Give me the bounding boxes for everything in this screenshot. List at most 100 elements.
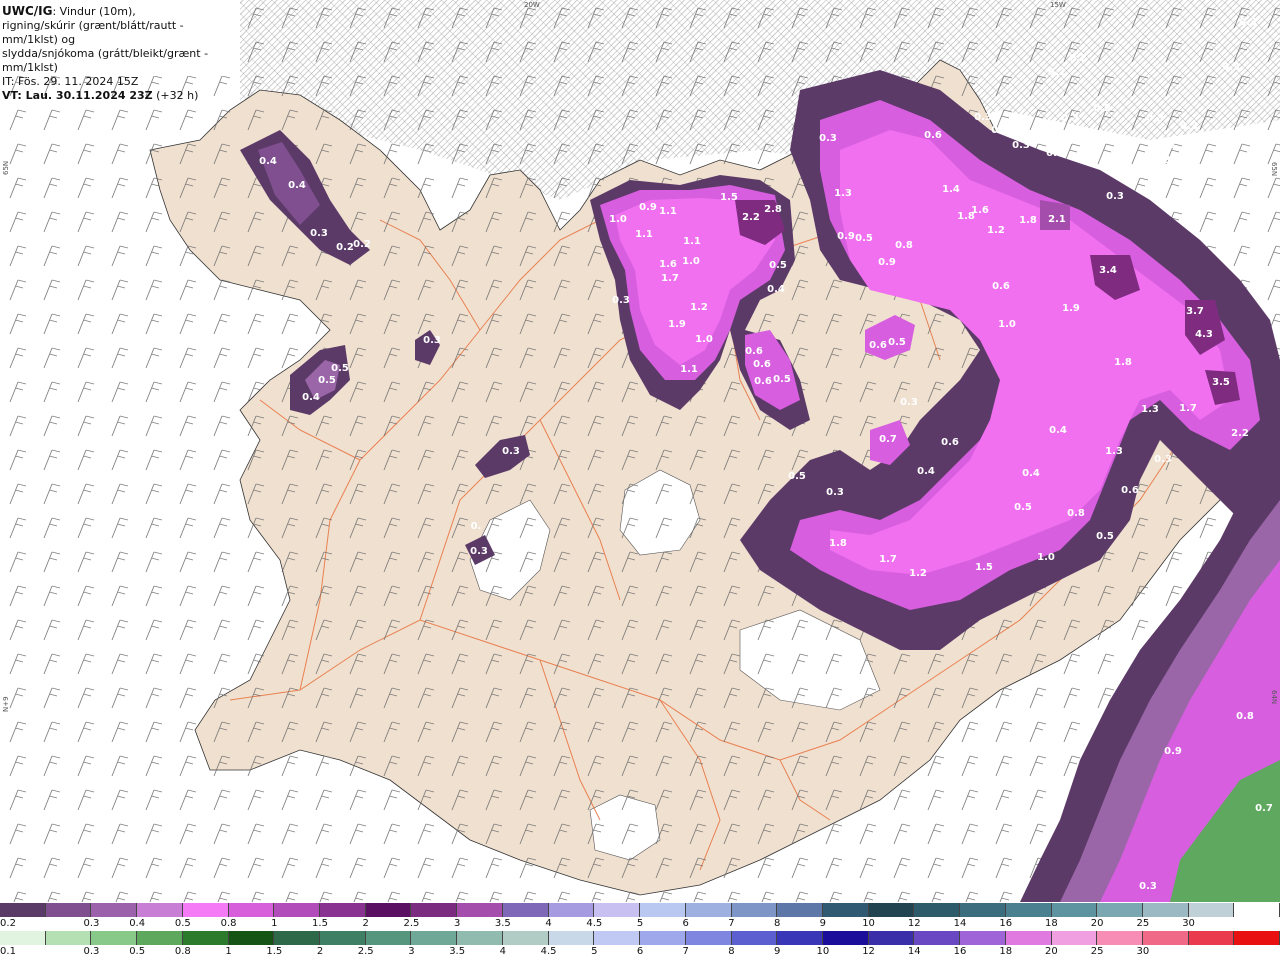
legend-tick-label: 16 <box>953 946 967 957</box>
precip-value-label: 3.7 <box>1186 306 1204 317</box>
precip-value-label: 0.3 <box>1154 454 1172 465</box>
precip-value-label: 0.3 <box>310 228 328 239</box>
legend-swatch <box>914 903 961 917</box>
legend-swatch <box>1051 903 1098 917</box>
precip-value-label: 1.2 <box>909 568 927 579</box>
legend-swatch <box>1005 931 1052 945</box>
precip-value-label: 0.3 <box>1012 140 1030 151</box>
precip-value-label: 0.4 <box>1049 425 1067 436</box>
legend-swatch <box>685 903 732 917</box>
legend-tick-label: 9 <box>773 946 781 957</box>
legend-swatch <box>868 903 915 917</box>
legend-tick-label: 14 <box>953 918 967 929</box>
precip-value-label: 1.0 <box>695 334 713 345</box>
precip-value-label: 1.1 <box>680 364 698 375</box>
precip-value-label: 0.6 <box>1121 485 1139 496</box>
legend-tick-label: 4 <box>499 946 507 957</box>
legend-tick-label: 0.8 <box>174 946 191 957</box>
precip-value-label: 0.8 <box>895 240 913 251</box>
legend-swatch <box>960 931 1006 945</box>
legend-swatch <box>411 903 458 917</box>
precip-value-label: 0.7 <box>879 434 897 445</box>
precip-value-label: 0.6 <box>753 359 771 370</box>
legend-tick-label: 25 <box>1136 918 1150 929</box>
legend-swatch <box>137 903 183 917</box>
legend-swatch <box>502 931 549 945</box>
precip-value-label: 1.1 <box>659 206 677 217</box>
precip-value-label: 0.8 <box>1236 711 1254 722</box>
precip-value-label: 3.5 <box>1212 377 1230 388</box>
legend-swatch <box>640 931 686 945</box>
precip-value-label: 1.3 <box>834 188 852 199</box>
precip-value-label: 0.3 <box>502 446 520 457</box>
legend-swatch <box>685 931 732 945</box>
map-title: UWC/IG <box>2 4 53 18</box>
legend-swatch <box>594 931 641 945</box>
precip-value-label: 0.3 <box>1148 184 1166 195</box>
precip-value-label: 0.3 <box>470 546 488 557</box>
rain-color-legend <box>0 931 1280 945</box>
legend-swatch <box>91 903 138 917</box>
legend-swatch <box>91 931 138 945</box>
legend-tick-label: 0.5 <box>174 918 191 929</box>
legend-tick-label: 20 <box>1045 946 1058 957</box>
precip-value-label: 1.0 <box>998 319 1016 330</box>
precip-value-label: 0.3 <box>826 487 844 498</box>
precip-value-label: 1.1 <box>635 229 653 240</box>
legend-swatch <box>365 931 412 945</box>
precip-value-label: 1.0 <box>1037 552 1055 563</box>
precip-value-label: 0.4 <box>917 466 935 477</box>
precip-value-label: 0.6 <box>924 130 942 141</box>
precip-value-label: 1.2 <box>690 302 708 313</box>
precip-value-label: 0.6 <box>941 437 959 448</box>
legend-tick-label: 14 <box>907 946 921 957</box>
legend-tick-label: 8 <box>773 918 781 929</box>
legend-swatch <box>822 931 869 945</box>
legend-tick-label: 7 <box>682 946 689 957</box>
legend-tick-label: 30 <box>1136 946 1150 957</box>
precip-value-label: 0.5 <box>331 363 349 374</box>
precip-value-label: 0.3 <box>1146 113 1164 124</box>
legend-swatch <box>777 903 823 917</box>
precip-value-label: 1.7 <box>1179 403 1197 414</box>
precip-value-label: 0.4 <box>288 180 306 191</box>
legend-tick-label: 16 <box>999 918 1013 929</box>
legend-swatch <box>548 903 595 917</box>
precip-value-label: 0.5 <box>788 471 806 482</box>
legend-tick-label: 20 <box>1090 918 1104 929</box>
precip-value-label: 0.9 <box>1164 746 1182 757</box>
legend-swatch <box>182 931 229 945</box>
legend-swatch <box>320 903 366 917</box>
legend-swatch <box>1005 903 1052 917</box>
legend-swatch <box>502 903 549 917</box>
legend-swatch <box>457 903 503 917</box>
legend-tick-label: 10 <box>816 946 830 957</box>
precip-value-label: 1.1 <box>683 236 701 247</box>
legend-tick-label: 12 <box>862 946 875 957</box>
precip-value-label: 1.8 <box>1019 215 1037 226</box>
legend-tick-label: 3 <box>453 918 461 929</box>
precip-value-label: 0.9 <box>878 257 896 268</box>
precip-value-label: 0.3 <box>819 133 837 144</box>
legend-swatch <box>777 931 823 945</box>
precip-value-label: 1.0 <box>682 256 700 267</box>
precip-value-label: 4.3 <box>1195 329 1213 340</box>
legend-tick-label: 8 <box>728 946 735 957</box>
precip-value-label: 1.5 <box>975 562 993 573</box>
legend-swatch <box>1188 903 1235 917</box>
precip-value-label: 0.5 <box>888 337 906 348</box>
precip-value-label: 0.3 <box>1139 881 1157 892</box>
precip-value-label: 0.3 <box>1153 155 1171 166</box>
precip-value-label: 0.7 <box>1255 803 1273 814</box>
legend-swatch <box>731 903 778 917</box>
legend-swatch <box>731 931 778 945</box>
legend-tick-label: 5 <box>636 918 644 929</box>
precip-value-label: 1.6 <box>971 205 989 216</box>
legend-swatch <box>457 931 503 945</box>
legend-swatch <box>868 931 915 945</box>
precip-value-label: 0.6 <box>754 376 772 387</box>
legend-tick-label: 0.3 <box>83 946 100 957</box>
precip-value-label: 0.3 <box>1158 140 1176 151</box>
precip-value-label: 0.6 <box>869 340 887 351</box>
precip-value-label: 0.3 <box>974 112 992 123</box>
